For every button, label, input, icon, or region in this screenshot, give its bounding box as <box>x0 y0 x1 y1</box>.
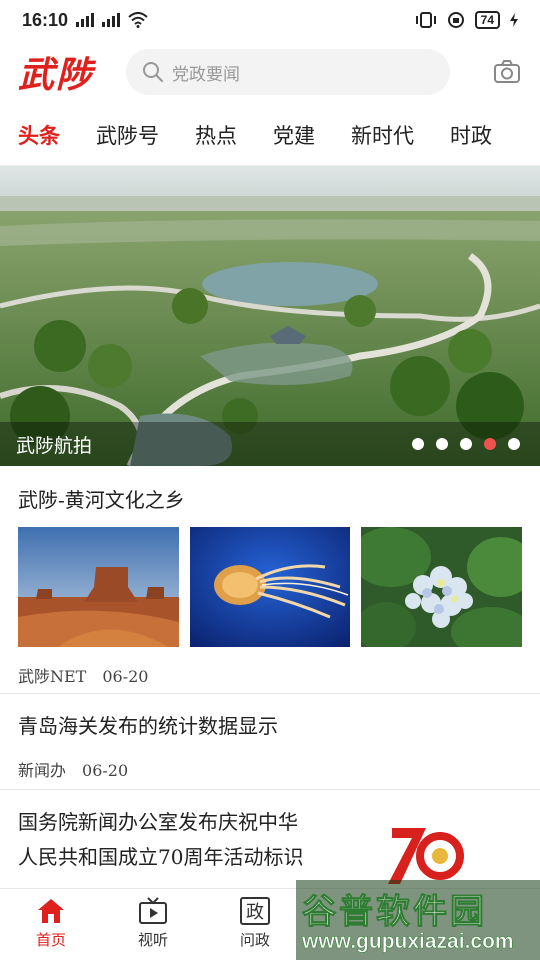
app-logo: 武陟 <box>18 54 95 96</box>
news-item[interactable]: 国务院新闻办公室发布庆祝中华 人民共和国成立70周年活动标识 <box>0 790 540 888</box>
alarm-icon <box>447 12 464 28</box>
nav-inquiry[interactable]: 政 问政 <box>204 889 306 960</box>
camera-button[interactable] <box>492 57 522 87</box>
banner-title: 武陟航拍 <box>16 434 93 457</box>
camera-icon <box>494 60 520 83</box>
nav-inquiry-label: 问政 <box>239 931 270 949</box>
tab-wuzhi-hao[interactable]: 武陟号 <box>96 120 159 150</box>
tab-new-era[interactable]: 新时代 <box>351 120 414 150</box>
banner-caption: 武陟航拍 <box>0 422 540 466</box>
status-bar: 16:10 74 <box>0 0 540 40</box>
signal-icon-2 <box>102 13 121 27</box>
carousel-dot-active[interactable] <box>484 438 496 450</box>
app-header: 武陟 党政要闻 <box>0 40 540 104</box>
charging-icon <box>510 13 518 27</box>
thumbnail-jellyfish <box>189 527 351 647</box>
news-item[interactable]: 武陟-黄河文化之乡 武陟NET 06-20 <box>0 466 540 694</box>
carousel-dots <box>412 438 520 450</box>
tab-headlines[interactable]: 头条 <box>18 120 60 150</box>
news-meta: 武陟NET 06-20 <box>18 663 522 687</box>
news-meta: 新闻办 06-20 <box>18 757 522 781</box>
news-item[interactable]: 青岛海关发布的统计数据显示 新闻办 06-20 <box>0 694 540 790</box>
news-source: 新闻办 <box>18 761 67 780</box>
carousel-dot[interactable] <box>508 438 520 450</box>
banner-carousel[interactable]: 武陟航拍 <box>0 166 540 466</box>
thumbnail-desert <box>18 527 179 647</box>
news-date: 06-20 <box>82 761 129 780</box>
category-tabs: 头条 武陟号 热点 党建 新时代 时政 <box>0 104 540 166</box>
watermark-text: 谷普软件园 <box>302 892 487 933</box>
nav-home[interactable]: 首页 <box>0 889 102 960</box>
news-date: 06-20 <box>102 667 149 686</box>
carousel-dot[interactable] <box>460 438 472 450</box>
carousel-dot[interactable] <box>412 438 424 450</box>
search-bar[interactable]: 党政要闻 <box>126 49 450 95</box>
news-title: 武陟-黄河文化之乡 <box>18 488 185 512</box>
search-placeholder: 党政要闻 <box>172 64 240 85</box>
nav-video-label: 视听 <box>137 931 168 949</box>
search-icon <box>143 62 164 83</box>
carousel-dot[interactable] <box>436 438 448 450</box>
signal-icon <box>76 13 95 27</box>
watermark: 谷普软件园 www.gupuxiazai.com <box>296 880 540 960</box>
status-time: 16:10 <box>22 9 69 30</box>
thumbnail-hydrangea <box>361 527 523 647</box>
nav-home-label: 首页 <box>35 931 66 949</box>
battery-indicator: 74 <box>474 11 500 29</box>
vibrate-icon <box>415 12 436 28</box>
news-title: 青岛海关发布的统计数据显示 <box>18 714 278 738</box>
nav-video[interactable]: 视听 <box>102 889 204 960</box>
tab-hot[interactable]: 热点 <box>195 120 237 150</box>
tv-icon <box>139 897 167 924</box>
wifi-icon <box>128 12 148 28</box>
news-source: 武陟NET <box>18 667 87 686</box>
banner-image <box>0 166 540 466</box>
zheng-icon: 政 <box>240 897 270 925</box>
watermark-url: www.gupuxiazai.com <box>302 930 514 954</box>
home-icon <box>38 899 64 923</box>
tab-politics[interactable]: 时政 <box>450 120 492 150</box>
tab-party-building[interactable]: 党建 <box>273 120 315 150</box>
news-thumbnails <box>18 527 523 647</box>
